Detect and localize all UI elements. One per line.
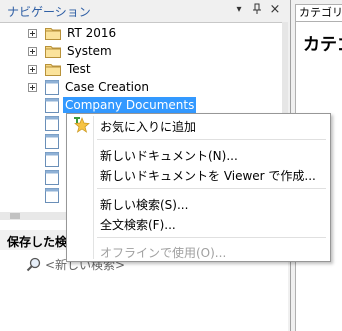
tree-item-company-documents[interactable]: Company Documents bbox=[28, 96, 197, 114]
navigation-header: ナビゲーション ▾ × bbox=[0, 0, 288, 23]
tree-item[interactable]: I bbox=[28, 132, 71, 150]
menu-item-new-document[interactable]: 新しいドキュメント(N)... bbox=[69, 144, 328, 164]
star-plus-icon bbox=[74, 117, 90, 133]
tree-item[interactable]: I bbox=[28, 186, 71, 204]
tree-item-system[interactable]: System bbox=[28, 42, 114, 60]
folder-icon bbox=[45, 27, 61, 40]
menu-separator bbox=[97, 237, 326, 238]
document-icon bbox=[45, 79, 59, 95]
expand-icon[interactable] bbox=[28, 46, 37, 56]
tree-item-test[interactable]: Test bbox=[28, 60, 93, 78]
document-icon bbox=[45, 115, 59, 131]
menu-item-label: 新しい検索(S)... bbox=[100, 198, 189, 212]
menu-item-label: 全文検索(F)... bbox=[100, 218, 176, 232]
dropdown-arrow-icon[interactable]: ▾ bbox=[232, 3, 246, 17]
close-icon[interactable]: × bbox=[268, 3, 282, 17]
menu-item-new-document-viewer[interactable]: 新しいドキュメントを Viewer で作成... bbox=[69, 164, 328, 184]
category-heading: カテゴ bbox=[303, 35, 342, 55]
pin-icon[interactable] bbox=[250, 3, 264, 17]
menu-item-label: オフラインで使用(O)... bbox=[100, 246, 227, 260]
expand-icon[interactable] bbox=[28, 64, 37, 74]
tree-item-label: Company Documents bbox=[63, 97, 197, 113]
expand-icon[interactable] bbox=[28, 28, 37, 38]
menu-item-label: お気に入りに追加 bbox=[100, 120, 197, 134]
magnifier-icon bbox=[26, 257, 41, 271]
context-menu: お気に入りに追加 新しいドキュメント(N)... 新しいドキュメントを View… bbox=[66, 113, 331, 262]
document-icon bbox=[45, 151, 59, 167]
tree-item-rt-2016[interactable]: RT 2016 bbox=[28, 24, 118, 42]
menu-item-label: 新しいドキュメント(N)... bbox=[100, 149, 238, 163]
menu-gutter bbox=[93, 116, 94, 259]
menu-separator bbox=[97, 139, 326, 140]
menu-item-label: 新しいドキュメントを Viewer で作成... bbox=[100, 169, 316, 183]
tree-item-label: Test bbox=[67, 62, 91, 76]
menu-item-add-favorite[interactable]: お気に入りに追加 bbox=[69, 115, 328, 135]
tree-item-label: RT 2016 bbox=[67, 26, 117, 40]
menu-item-new-search[interactable]: 新しい検索(S)... bbox=[69, 193, 328, 213]
navigation-title: ナビゲーション bbox=[7, 5, 91, 19]
tree-item[interactable]: I bbox=[28, 150, 71, 168]
tree-item[interactable]: I bbox=[28, 114, 71, 132]
document-icon bbox=[45, 169, 59, 185]
document-icon bbox=[45, 97, 59, 113]
folder-icon bbox=[45, 63, 61, 76]
folder-icon bbox=[45, 45, 61, 58]
document-icon bbox=[45, 133, 59, 149]
scrollbar-thumb[interactable] bbox=[10, 213, 20, 219]
tree-item[interactable]: I bbox=[28, 168, 71, 186]
tree-item-label: Case Creation bbox=[65, 80, 149, 94]
menu-separator bbox=[97, 188, 326, 189]
menu-item-use-offline[interactable]: オフラインで使用(O)... bbox=[69, 241, 328, 261]
tab-category[interactable]: カテゴリ bbox=[295, 4, 342, 22]
tree-item-label: System bbox=[67, 44, 112, 58]
saved-searches-title: 保存した検 bbox=[7, 235, 68, 249]
saved-searches-list: <新しい検索> bbox=[0, 250, 288, 331]
expand-icon[interactable] bbox=[28, 82, 37, 92]
menu-item-full-text-search[interactable]: 全文検索(F)... bbox=[69, 213, 328, 233]
document-icon bbox=[45, 187, 59, 203]
tree-item-case-creation[interactable]: Case Creation bbox=[28, 78, 151, 96]
